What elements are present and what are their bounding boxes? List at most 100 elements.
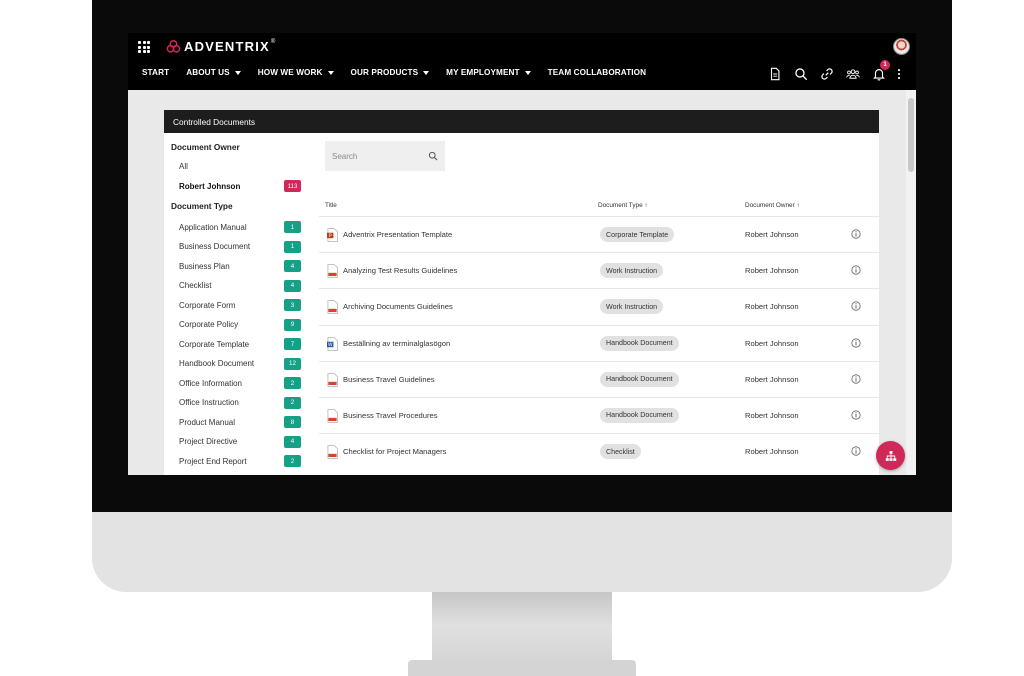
type-filter-item[interactable]: Project Directive 4 [179,435,301,449]
document-title-link[interactable]: Adventrix Presentation Template [343,230,452,239]
table-row[interactable]: Business Travel Procedures Handbook Docum… [319,396,879,433]
column-title[interactable]: Title [325,202,337,209]
filter-label: Business Document [179,242,251,251]
count-badge: 8 [284,416,301,428]
info-icon[interactable] [851,374,861,384]
notifications-button[interactable]: 1 [866,60,892,82]
document-icon [770,67,780,81]
filter-label: Business Plan [179,261,230,271]
nav-item-team-collaboration[interactable]: TEAM COLLABORATION [548,68,647,77]
type-filter-item[interactable]: Product Manual 8 [179,415,301,429]
type-filter-item[interactable]: Checklist 4 [179,279,301,293]
filter-sidebar: Document Owner All Robert Johnson 113 Do… [164,133,314,475]
type-filter-item[interactable]: Office Information 2 [179,376,301,390]
nav-item-start[interactable]: START [142,68,169,77]
document-title-link[interactable]: Checklist for Project Managers [343,447,446,456]
count-badge: 1 [284,240,301,253]
count-badge: 2 [284,396,301,409]
table-row[interactable]: Business Travel Guidelines Handbook Docum… [319,360,879,397]
pdf-file-icon [327,445,338,459]
filter-label: Robert Johnson [179,181,241,191]
type-filter-item[interactable]: Corporate Template 7 [179,337,301,351]
count-badge: 12 [284,357,301,370]
more-button[interactable] [892,66,906,82]
type-filter-item[interactable]: Corporate Policy 9 [179,318,301,332]
search-input[interactable]: Search [325,141,445,171]
caret-down-icon [327,70,334,75]
column-document-owner[interactable]: Document Owner ↑ [745,202,800,209]
table-header: Title Document Type ↑ Document Owner ↑ [325,199,879,215]
filter-label: Corporate Policy [179,320,239,329]
table-row[interactable]: Archiving Documents Guidelines Work Instr… [319,288,879,324]
count-badge: 4 [284,260,301,272]
column-document-type[interactable]: Document Type ↑ [598,202,648,209]
search-icon[interactable] [428,151,438,161]
toolbar-icons: 1 [762,60,906,82]
sitemap-button[interactable] [876,441,905,470]
info-icon[interactable] [851,301,861,311]
nav-label: TEAM COLLABORATION [547,68,647,77]
more-vertical-icon [897,69,901,79]
document-owner: Robert Johnson [745,338,799,348]
nav-item-about-us[interactable]: ABOUT US [186,68,241,77]
type-filter-item[interactable]: Application Manual 1 [179,220,301,234]
nav-item-my-employment[interactable]: MY EMPLOYMENT [446,68,531,77]
document-type-chip: Corporate Template [600,227,675,242]
document-title-link[interactable]: Analyzing Test Results Guidelines [343,266,457,275]
nav-label: ABOUT US [186,68,230,77]
type-filter-item[interactable]: Corporate Form 3 [179,298,301,312]
pdf-file-icon [327,372,338,387]
powerpoint-file-icon: P [327,228,338,242]
link-button[interactable] [814,66,840,82]
table-row[interactable]: P Adventrix Presentation Template Corporat… [319,216,879,252]
count-badge: 4 [284,279,301,292]
documents-table: P Adventrix Presentation Template Corporat… [319,216,879,469]
info-icon[interactable] [851,410,861,420]
filter-label: Office Information [179,378,242,388]
people-icon [846,69,860,79]
type-filter-item[interactable]: Business Document 1 [179,240,301,254]
svg-text:P: P [329,233,332,239]
count-badge: 2 [284,377,301,389]
document-owner: Robert Johnson [745,230,799,239]
table-row[interactable]: W Beställning av terminalglasögon Handbook… [319,324,879,361]
info-icon[interactable] [851,337,861,348]
type-filter-item[interactable]: Office Instruction 2 [179,396,301,410]
user-avatar[interactable] [893,38,910,55]
search-button[interactable] [788,66,814,82]
nav-label: OUR PRODUCTS [350,68,419,77]
document-title-link[interactable]: Business Travel Procedures [343,411,438,420]
monitor-chin [92,512,952,592]
info-icon[interactable] [851,229,861,239]
document-button[interactable] [762,66,788,82]
table-row[interactable]: Analyzing Test Results Guidelines Work In… [319,252,879,288]
stage: ADVENTRIX ® START ABOUT US HOW WE WORK O… [0,0,1024,676]
people-button[interactable] [840,66,866,82]
type-filter-item[interactable]: Business Plan 4 [179,259,301,273]
caret-down-icon [423,70,430,75]
owner-filter-heading: Document Owner [171,142,240,152]
app-launcher-icon[interactable] [138,41,150,53]
svg-text:W: W [328,342,333,348]
type-filter-item[interactable]: Project End Report 2 [179,454,301,468]
scrollbar-thumb[interactable] [908,98,914,172]
document-title-link[interactable]: Beställning av terminalglasögon [343,339,450,348]
nav-item-our-products[interactable]: OUR PRODUCTS [351,68,430,77]
brand-logo[interactable]: ADVENTRIX ® [166,37,275,55]
table-row[interactable]: Checklist for Project Managers Checklist R… [319,433,879,469]
search-placeholder: Search [332,151,358,161]
document-title-link[interactable]: Archiving Documents Guidelines [343,302,453,311]
owner-filter-robert-johnson[interactable]: Robert Johnson 113 [179,179,301,193]
type-filter-item[interactable]: Handbook Document 12 [179,357,301,371]
controlled-documents-panel: Controlled Documents Document Owner All … [164,110,879,475]
document-title-link[interactable]: Business Travel Guidelines [343,375,435,384]
document-type-chip: Work Instruction [600,263,664,279]
info-icon[interactable] [851,446,861,456]
page-scrollbar[interactable] [906,90,916,475]
nav-item-how-we-work[interactable]: HOW WE WORK [258,68,334,77]
document-owner: Robert Johnson [745,410,799,420]
info-icon[interactable] [851,265,861,275]
brand-name: ADVENTRIX [184,38,270,54]
sitemap-icon [885,450,896,461]
owner-filter-all[interactable]: All [179,159,301,173]
